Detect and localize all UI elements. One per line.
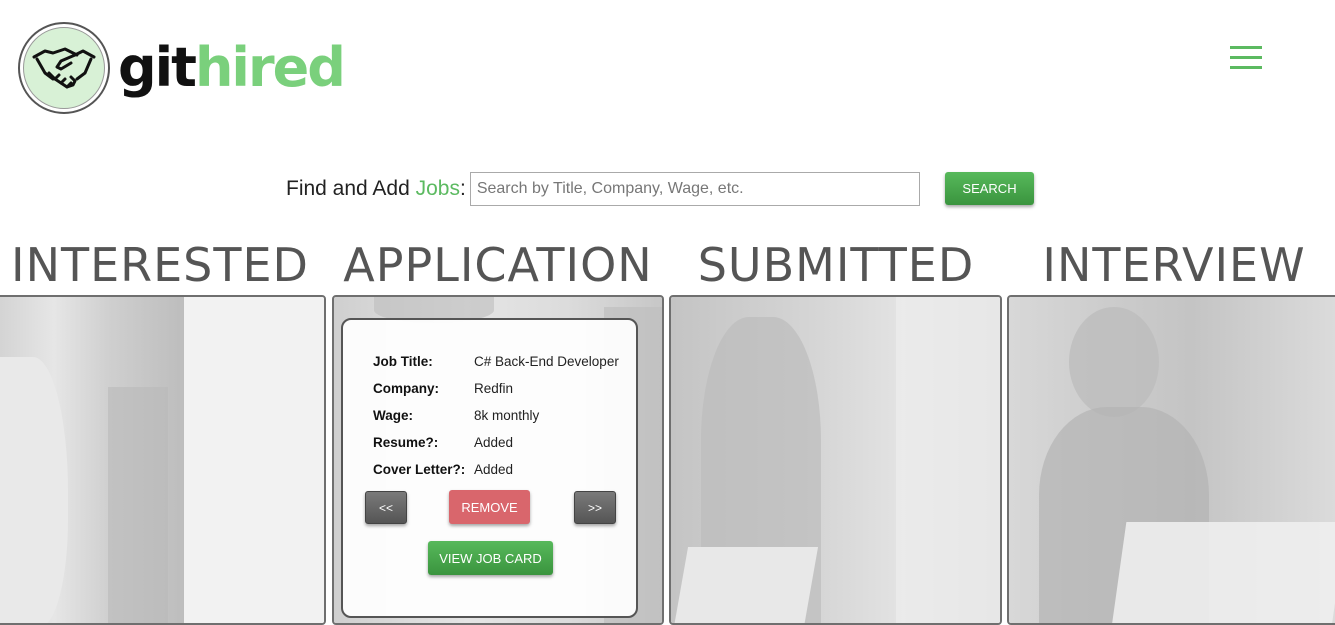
search-input[interactable] bbox=[469, 172, 920, 206]
job-field-resume: Resume?: Added bbox=[373, 435, 633, 450]
column-title-submitted: SUBMITTED bbox=[697, 238, 975, 292]
field-value: Added bbox=[474, 435, 514, 450]
search-label-suffix: : bbox=[459, 177, 466, 200]
search-label-prefix: Find and Add bbox=[286, 177, 416, 200]
field-value: 8k monthly bbox=[474, 408, 540, 423]
job-field-cover-letter: Cover Letter?: Added bbox=[373, 462, 633, 477]
handshake-icon bbox=[32, 47, 96, 89]
job-field-wage: Wage: 8k monthly bbox=[373, 408, 633, 423]
remove-button[interactable]: REMOVE bbox=[449, 490, 530, 524]
job-field-company: Company: Redfin bbox=[373, 381, 633, 396]
field-value: Redfin bbox=[474, 381, 514, 396]
field-value: Added bbox=[474, 462, 514, 477]
search-label-jobs: Jobs bbox=[415, 177, 460, 200]
handshake-logo-circle bbox=[18, 22, 110, 114]
field-label: Cover Letter?: bbox=[373, 462, 466, 477]
hamburger-menu-icon[interactable] bbox=[1230, 46, 1262, 70]
job-field-title: Job Title: C# Back-End Developer bbox=[373, 354, 633, 369]
column-title-application: APPLICATION bbox=[343, 238, 653, 292]
job-card: Job Title: C# Back-End Developer Company… bbox=[341, 318, 638, 618]
move-left-button[interactable]: << bbox=[365, 491, 407, 524]
column-interview bbox=[1007, 295, 1335, 625]
brand-logo[interactable]: githired bbox=[18, 20, 346, 116]
brand-hired: hired bbox=[194, 36, 346, 99]
field-label: Resume?: bbox=[373, 435, 439, 450]
column-submitted bbox=[669, 295, 1002, 625]
field-value: C# Back-End Developer bbox=[474, 354, 619, 369]
field-label: Company: bbox=[373, 381, 440, 396]
column-title-interview: INTERVIEW bbox=[1042, 238, 1306, 292]
field-label: Wage: bbox=[373, 408, 413, 423]
move-right-button[interactable]: >> bbox=[574, 491, 616, 524]
brand-git: git bbox=[118, 36, 197, 99]
search-bar: Find and Add Jobs: bbox=[286, 172, 920, 206]
search-button[interactable]: SEARCH bbox=[945, 172, 1034, 205]
field-label: Job Title: bbox=[373, 354, 433, 369]
column-title-interested: INTERESTED bbox=[11, 238, 309, 292]
search-label: Find and Add Jobs: bbox=[286, 177, 466, 201]
view-job-card-button[interactable]: VIEW JOB CARD bbox=[428, 541, 553, 575]
brand-wordmark: githired bbox=[118, 41, 346, 95]
column-interested bbox=[0, 295, 326, 625]
